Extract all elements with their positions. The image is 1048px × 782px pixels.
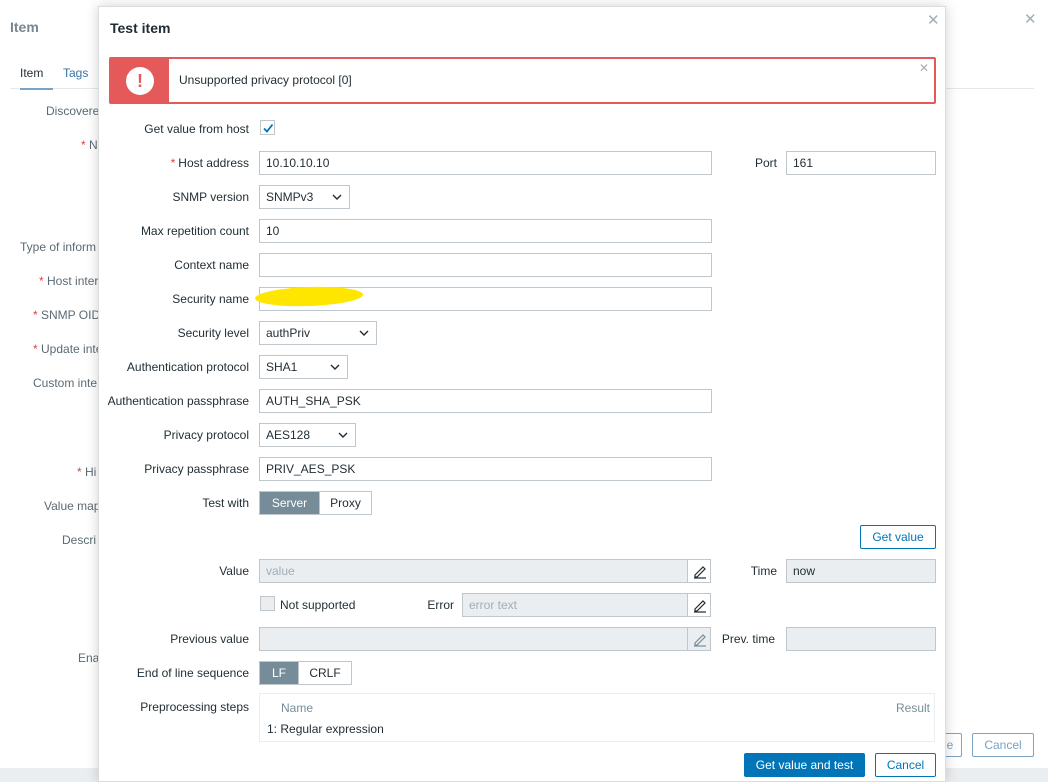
test-with-label: Test with	[202, 496, 249, 510]
chevron-down-icon	[359, 330, 369, 336]
snmp-version-label: SNMP version	[172, 190, 249, 204]
background-dialog-title: Item	[10, 19, 39, 35]
time-field[interactable]: now	[786, 559, 936, 583]
previous-value-label: Previous value	[170, 632, 249, 646]
auth-passphrase-input[interactable]: AUTH_SHA_PSK	[259, 389, 712, 413]
error-edit-button[interactable]	[687, 593, 711, 617]
test-with-proxy-option[interactable]: Proxy	[319, 492, 371, 514]
port-label: Port	[754, 156, 777, 170]
security-level-select[interactable]: authPriv	[259, 321, 377, 345]
background-cancel-button[interactable]: Cancel	[972, 733, 1034, 757]
privacy-protocol-select[interactable]: AES128	[259, 423, 356, 447]
privacy-passphrase-input[interactable]: PRIV_AES_PSK	[259, 457, 712, 481]
tab-item[interactable]: Item	[20, 66, 54, 90]
checkmark-icon	[263, 123, 274, 133]
not-supported-checkbox[interactable]	[260, 596, 275, 611]
modal-title: Test item	[110, 20, 171, 36]
not-supported-label: Not supported	[280, 598, 356, 612]
test-with-server-option[interactable]: Server	[260, 492, 319, 514]
privacy-protocol-value: AES128	[266, 428, 311, 442]
error-message-box: ! Unsupported privacy protocol [0] ✕	[109, 57, 936, 104]
preprocessing-label: Preprocessing steps	[140, 700, 249, 714]
get-value-from-host-checkbox[interactable]	[260, 120, 275, 135]
bg-label-snmp-oid: * SNMP OID	[33, 308, 101, 322]
snmp-version-select[interactable]: SNMPv3	[259, 185, 350, 209]
test-item-modal: Test item ✕ ! Unsupported privacy protoc…	[98, 6, 946, 782]
bg-label-custom-intervals: Custom inte	[33, 376, 98, 390]
chevron-down-icon	[338, 432, 348, 438]
value-edit-button[interactable]	[687, 559, 711, 583]
privacy-protocol-label: Privacy protocol	[163, 428, 249, 442]
max-repetition-input[interactable]: 10	[259, 219, 712, 243]
error-close-icon[interactable]: ✕	[919, 61, 929, 75]
preprocessing-step-name: Regular expression	[280, 722, 384, 736]
auth-passphrase-label: Authentication passphrase	[107, 394, 249, 408]
bg-label-name: * N	[81, 138, 98, 152]
security-level-value: authPriv	[266, 326, 311, 340]
preprocessing-step-row: 1: Regular expression	[267, 722, 384, 736]
tab-tags[interactable]: Tags	[63, 66, 88, 80]
bg-label-history: * Hi	[77, 465, 97, 479]
port-input[interactable]: 161	[786, 151, 936, 175]
context-name-label: Context name	[174, 258, 249, 272]
host-address-label: * Host address	[170, 156, 249, 170]
background-close-icon[interactable]: ✕	[1024, 10, 1037, 28]
get-value-button[interactable]: Get value	[860, 525, 936, 549]
security-level-label: Security level	[177, 326, 249, 340]
error-field[interactable]: error text	[462, 593, 688, 617]
pencil-icon	[694, 634, 706, 647]
eol-lf-option[interactable]: LF	[260, 662, 298, 684]
error-label: Error	[427, 598, 454, 612]
eol-label: End of line sequence	[136, 666, 249, 680]
error-icon: !	[126, 67, 154, 95]
preprocessing-step-index: 1:	[267, 722, 278, 736]
get-value-and-test-button[interactable]: Get value and test	[744, 753, 865, 777]
pencil-icon	[694, 600, 706, 613]
max-repetition-label: Max repetition count	[140, 224, 249, 238]
bg-label-value-mapping: Value map	[44, 499, 101, 513]
auth-protocol-label: Authentication protocol	[126, 360, 249, 374]
cancel-button[interactable]: Cancel	[875, 753, 936, 777]
bg-label-type: Type of inform	[20, 240, 97, 254]
error-icon-area: !	[111, 59, 169, 102]
auth-protocol-select[interactable]: SHA1	[259, 355, 348, 379]
bg-label-discovered: Discovere	[46, 104, 100, 118]
time-label: Time	[750, 564, 777, 578]
context-name-input[interactable]	[259, 253, 712, 277]
prev-time-label: Prev. time	[721, 632, 775, 646]
snmp-version-value: SNMPv3	[266, 190, 314, 204]
chevron-down-icon	[332, 194, 342, 200]
eol-toggle: LF CRLF	[259, 661, 352, 685]
value-field[interactable]: value	[259, 559, 688, 583]
preprocessing-col-name: Name	[281, 701, 314, 715]
test-with-toggle: Server Proxy	[259, 491, 372, 515]
prev-time-field[interactable]	[786, 627, 936, 651]
host-address-input[interactable]: 10.10.10.10	[259, 151, 712, 175]
preprocessing-col-result: Result	[895, 701, 930, 715]
eol-crlf-option[interactable]: CRLF	[298, 662, 351, 684]
bg-label-enabled: Ena	[78, 651, 100, 665]
chevron-down-icon	[330, 364, 340, 370]
previous-value-field[interactable]	[259, 627, 688, 651]
auth-protocol-value: SHA1	[266, 360, 298, 374]
security-name-label: Security name	[172, 292, 249, 306]
close-icon[interactable]: ✕	[927, 11, 940, 29]
previous-value-edit-button[interactable]	[687, 627, 711, 651]
bg-label-update-interval: * Update inte	[33, 342, 103, 356]
preprocessing-table: Name Result 1: Regular expression	[259, 693, 935, 742]
bg-label-host-interface: * Host inter	[39, 274, 99, 288]
value-label: Value	[219, 564, 249, 578]
get-value-from-host-label: Get value from host	[144, 122, 249, 136]
privacy-passphrase-label: Privacy passphrase	[144, 462, 249, 476]
pencil-icon	[694, 566, 706, 579]
error-message-text: Unsupported privacy protocol [0]	[179, 73, 352, 87]
bg-label-description: Descri	[62, 533, 97, 547]
